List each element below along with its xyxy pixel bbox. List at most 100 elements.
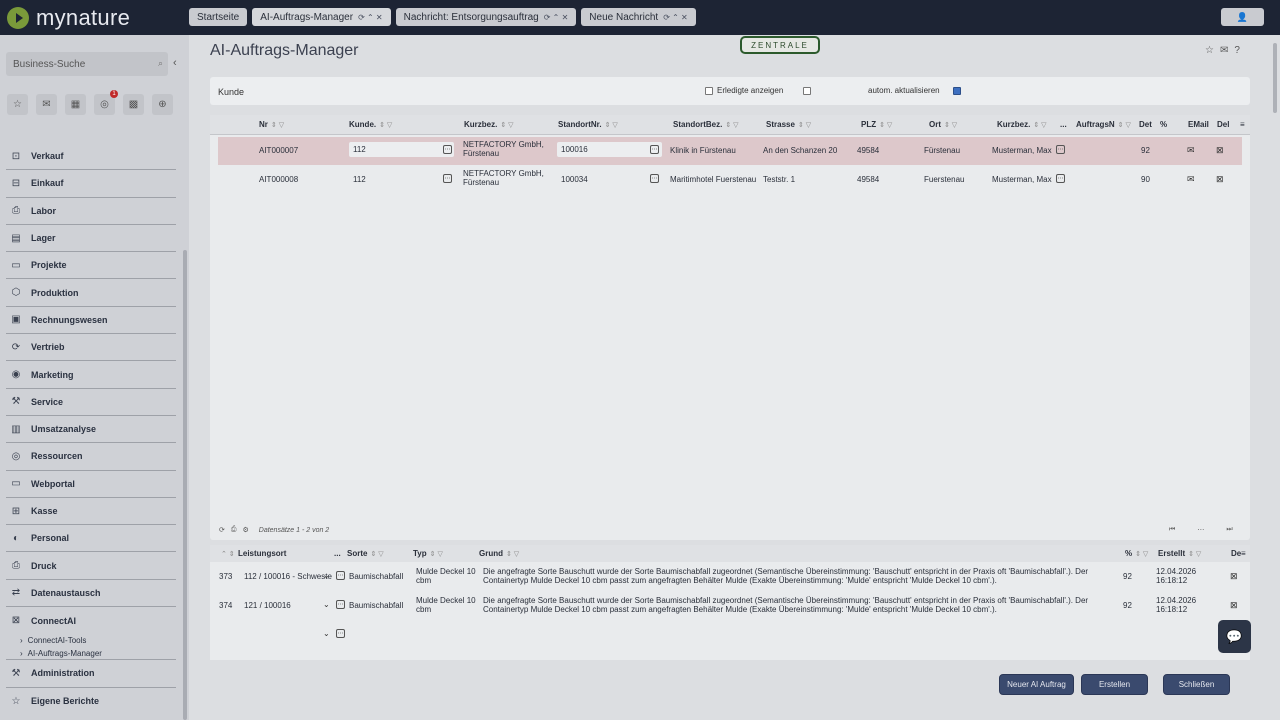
- chevron-down-icon[interactable]: ⌄: [323, 571, 330, 580]
- delete-icon[interactable]: ⊠: [1216, 174, 1224, 185]
- print-icon[interactable]: ⎙: [231, 526, 237, 534]
- delete-icon[interactable]: ⊠: [1230, 571, 1238, 582]
- favorites-icon[interactable]: ☆: [7, 94, 28, 115]
- sort-filter-icon[interactable]: ⇕ ▽: [1188, 551, 1201, 558]
- sidebar-item-connectai[interactable]: ⊠ ConnectAI: [6, 607, 176, 634]
- col-kunde[interactable]: Kunde. ⇕ ▽: [349, 120, 392, 129]
- table-row[interactable]: 373 112 / 100016 - Schwester ⌄ ⋯ Baumisc…: [210, 563, 1250, 591]
- search-icon[interactable]: ⌕: [158, 58, 163, 69]
- sort-filter-icon[interactable]: ⇕ ▽: [605, 122, 618, 129]
- sidebar-subitem-connectai-tools[interactable]: › ConnectAI-Tools: [6, 634, 176, 647]
- sidebar-item-einkauf[interactable]: ⊟ Einkauf: [6, 170, 176, 198]
- dashboard-icon[interactable]: ▩: [123, 94, 144, 115]
- sidebar-item-labor[interactable]: ⎙ Labor: [6, 198, 176, 225]
- col-typ[interactable]: Typ ⇕ ▽: [413, 549, 443, 558]
- sort-filter-icon[interactable]: ⇕ ▽: [430, 551, 443, 558]
- cell-kunde-input[interactable]: 112: [349, 142, 454, 157]
- sidebar-item-rechnungswesen[interactable]: ▣ Rechnungswesen: [6, 307, 176, 335]
- tasks-icon[interactable]: ◎ 1: [94, 90, 118, 115]
- erledigte-anzeigen-checkbox[interactable]: [803, 87, 811, 95]
- cell-leistungsort[interactable]: 121 / 100016: [244, 601, 291, 610]
- sidebar-scrollbar[interactable]: [183, 250, 187, 720]
- tab-controls-icon[interactable]: ⟳ ⌃ ✕: [544, 13, 569, 22]
- column-menu-icon[interactable]: ≡: [1240, 120, 1245, 129]
- tab-controls-icon[interactable]: ⟳ ⌃ ✕: [663, 13, 688, 22]
- col-nr[interactable]: Nr ⇕ ▽: [259, 120, 284, 129]
- lookup-icon[interactable]: ⋯: [650, 145, 659, 154]
- sidebar-item-projekte[interactable]: ▭ Projekte: [6, 252, 176, 280]
- sidebar-item-administration[interactable]: ⚒ Administration: [6, 660, 176, 688]
- tab-ai-auftrags-manager[interactable]: AI-Auftrags-Manager ⟳ ⌃ ✕: [252, 8, 391, 26]
- sidebar-item-ressourcen[interactable]: ◎ Ressourcen: [6, 443, 176, 471]
- col-erstellt[interactable]: Erstellt ⇕ ▽: [1158, 549, 1201, 558]
- col-det[interactable]: Det: [1139, 120, 1152, 129]
- lookup-icon[interactable]: ⋯: [336, 600, 345, 609]
- col-standortbez[interactable]: StandortBez. ⇕ ▽: [673, 120, 739, 129]
- sidebar-item-kasse[interactable]: ⊞ Kasse: [6, 498, 176, 526]
- col-ort[interactable]: Ort ⇕ ▽: [929, 120, 957, 129]
- new-ai-order-button[interactable]: Neuer AI Auftrag: [999, 674, 1074, 695]
- favorite-star-icon[interactable]: ☆: [1205, 45, 1214, 56]
- sort-filter-icon[interactable]: ⇕ ▽: [379, 122, 392, 129]
- sidebar-subitem-ai-auftrags-manager[interactable]: › AI-Auftrags-Manager: [6, 647, 176, 661]
- sidebar-item-produktion[interactable]: ⬡ Produktion: [6, 279, 176, 307]
- chevron-down-icon[interactable]: ⌄: [323, 600, 330, 609]
- lookup-icon[interactable]: ⋯: [443, 174, 452, 183]
- col-del[interactable]: Del: [1217, 120, 1229, 129]
- mail-icon[interactable]: ✉: [36, 94, 57, 115]
- sort-filter-icon[interactable]: ⇕ ▽: [500, 122, 513, 129]
- sort-filter-icon[interactable]: ⇕ ▽: [1118, 122, 1131, 129]
- chevron-down-icon[interactable]: ⌄: [323, 629, 330, 638]
- email-icon[interactable]: ✉: [1187, 145, 1195, 156]
- sidebar-item-service[interactable]: ⚒ Service: [6, 389, 176, 416]
- col-more[interactable]: ...: [334, 549, 341, 558]
- cell-leistungsort[interactable]: 112 / 100016 - Schwester: [244, 572, 332, 581]
- col-more[interactable]: ...: [1060, 120, 1067, 129]
- lookup-icon[interactable]: ⋯: [1056, 145, 1065, 154]
- col-kurzbez-2[interactable]: Kurzbez. ⇕ ▽: [997, 120, 1047, 129]
- tab-nachricht-entsorgungsauftrag[interactable]: Nachricht: Entsorgungsauftrag ⟳ ⌃ ✕: [395, 8, 577, 26]
- col-email[interactable]: EMail: [1188, 120, 1209, 129]
- main-scrollbar[interactable]: [1273, 43, 1277, 113]
- sidebar-item-vertrieb[interactable]: ⟳ Vertrieb: [6, 334, 176, 362]
- sidebar-item-marketing[interactable]: ◉ Marketing: [6, 361, 176, 389]
- col-kurzbez[interactable]: Kurzbez. ⇕ ▽: [464, 120, 514, 129]
- business-search-input[interactable]: Business-Suche ⌕: [6, 52, 168, 76]
- lookup-icon[interactable]: ⋯: [336, 571, 345, 580]
- autom-aktualisieren-checkbox[interactable]: [953, 87, 961, 95]
- sort-filter-icon[interactable]: ⇕ ▽: [271, 122, 284, 129]
- tab-startseite[interactable]: Startseite: [189, 8, 248, 26]
- col-grund[interactable]: Grund ⇕ ▽: [479, 549, 519, 558]
- lookup-icon[interactable]: ⋯: [336, 629, 345, 638]
- sidebar-item-lager[interactable]: ▤ Lager: [6, 225, 176, 253]
- sidebar-item-umsatzanalyse[interactable]: ▥ Umsatzanalyse: [6, 416, 176, 444]
- sort-filter-icon[interactable]: ⇕ ▽: [725, 122, 738, 129]
- table-row[interactable]: AIT000007 112 ⋯ NETFACTORY GmbH, Fürsten…: [218, 137, 1242, 165]
- user-menu-button[interactable]: 👤: [1221, 8, 1264, 26]
- sidebar-item-personal[interactable]: ◐ Personal: [6, 525, 176, 553]
- col-sorte[interactable]: Sorte ⇕ ▽: [347, 549, 384, 558]
- lookup-icon[interactable]: ⋯: [650, 174, 659, 183]
- close-button[interactable]: Schließen: [1163, 674, 1230, 695]
- col-leistungsort[interactable]: Leistungsort: [238, 549, 286, 558]
- sort-icon[interactable]: ⌃ ⇕: [221, 549, 235, 558]
- col-auftragsnr[interactable]: AuftragsN ⇕ ▽: [1076, 120, 1131, 129]
- new-table-row[interactable]: ⌄ ⋯: [210, 621, 1250, 649]
- table-row[interactable]: AIT000008 112 ⋯ NETFACTORY GmbH, Fürsten…: [218, 166, 1242, 194]
- col-standortnr[interactable]: StandortNr. ⇕ ▽: [558, 120, 618, 129]
- col-del[interactable]: De: [1231, 549, 1241, 558]
- col-plz[interactable]: PLZ ⇕ ▽: [861, 120, 892, 129]
- last-page-icon[interactable]: ⏭: [1226, 526, 1232, 534]
- table-row[interactable]: 374 121 / 100016 ⌄ ⋯ Baumischabfall Muld…: [210, 592, 1250, 620]
- sort-filter-icon[interactable]: ⇕ ▽: [370, 551, 383, 558]
- email-icon[interactable]: ✉: [1187, 174, 1195, 185]
- sort-filter-icon[interactable]: ⇕ ▽: [1033, 122, 1046, 129]
- mail-icon[interactable]: ✉: [1220, 45, 1228, 56]
- sort-filter-icon[interactable]: ⇕ ▽: [798, 122, 811, 129]
- collapse-sidebar-icon[interactable]: ‹: [173, 57, 177, 69]
- page-dots-icon[interactable]: ⋯: [1197, 526, 1204, 534]
- lookup-icon[interactable]: ⋯: [1056, 174, 1065, 183]
- create-button[interactable]: Erstellen: [1081, 674, 1148, 695]
- col-strasse[interactable]: Strasse ⇕ ▽: [766, 120, 811, 129]
- sidebar-item-webportal[interactable]: ▭ Webportal: [6, 471, 176, 498]
